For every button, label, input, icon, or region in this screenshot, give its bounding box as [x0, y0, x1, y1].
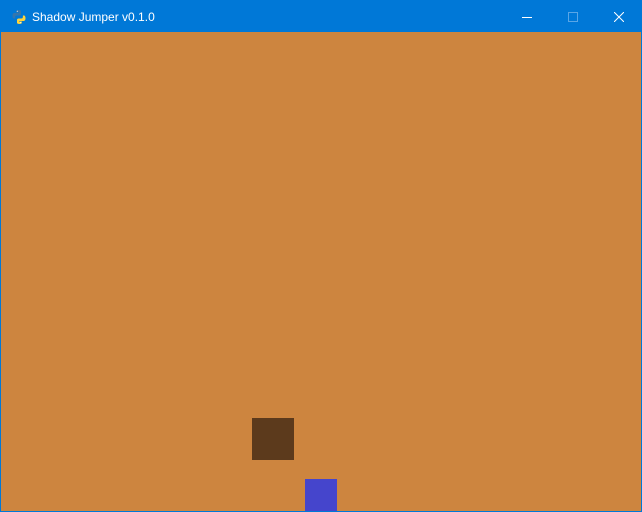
- close-button[interactable]: [596, 1, 641, 32]
- minimize-button[interactable]: [504, 1, 550, 32]
- player-sprite: [305, 479, 337, 511]
- game-canvas[interactable]: [1, 32, 641, 511]
- close-icon: [614, 11, 624, 22]
- shadow-block: [252, 418, 294, 460]
- minimize-icon: [522, 12, 532, 22]
- maximize-button[interactable]: [550, 1, 596, 32]
- title-bar[interactable]: Shadow Jumper v0.1.0: [1, 1, 641, 32]
- python-icon: [11, 9, 27, 25]
- window-title: Shadow Jumper v0.1.0: [32, 10, 155, 24]
- app-window: Shadow Jumper v0.1.0: [0, 0, 642, 512]
- maximize-icon: [568, 11, 578, 22]
